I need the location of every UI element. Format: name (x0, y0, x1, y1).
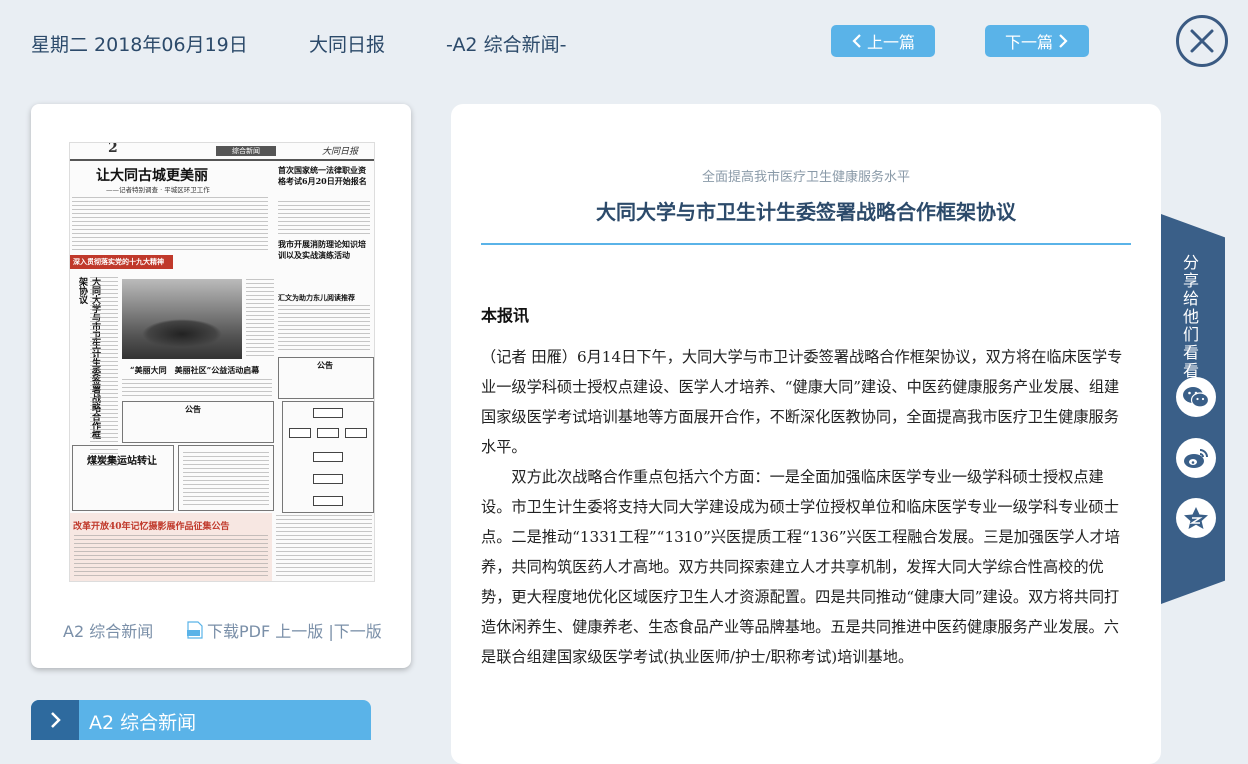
thumbnail-right-headline-3: 汇文为助力东儿阅读推荐 (278, 293, 355, 302)
thumbnail-masthead: 大同日报 (321, 147, 358, 157)
share-weibo-button[interactable] (1176, 438, 1216, 478)
chevron-right-icon (31, 700, 79, 740)
close-icon (1190, 29, 1214, 53)
share-wechat-button[interactable] (1176, 377, 1216, 417)
thumbnail-text-block (183, 452, 269, 506)
thumbnail-ad-box: 煤炭集运站转让 (72, 445, 174, 511)
thumbnail-red-ad-title: 改革开放40年记忆摄影展作品征集公告 (73, 522, 230, 532)
thumbnail-ad-title: 煤炭集运站转让 (87, 456, 157, 467)
section-nav-bar[interactable]: A2 综合新闻 (31, 700, 371, 740)
share-panel: 分享给他们看看 (1161, 214, 1225, 604)
thumbnail-headline: 让大同古城更美丽 (96, 168, 208, 184)
thumbnail-notice-box: 公告 (278, 357, 374, 399)
thumbnail-text-block (72, 197, 268, 253)
thumbnail-right-headline-2: 我市开展消防理论知识培训以及实战演练活动 (278, 239, 366, 260)
next-article-button[interactable]: 下一篇 (985, 25, 1089, 57)
thumbnail-notice-box: 公告 (122, 401, 274, 443)
thumbnail-photo (122, 279, 242, 359)
article-panel: 全面提高我市医疗卫生健康服务水平 大同大学与市卫生计生委签署战略合作框架协议 本… (451, 104, 1161, 764)
paper-name: 大同日报 (309, 34, 386, 56)
page-section-label: A2 综合新闻 (63, 622, 154, 641)
close-button[interactable] (1176, 15, 1228, 67)
thumbnail-text-block (90, 277, 118, 467)
section-nav-label: A2 综合新闻 (89, 712, 197, 734)
thumbnail-text-block (278, 305, 370, 353)
wechat-icon (1183, 387, 1210, 408)
share-label: 分享给他们看看 (1183, 253, 1200, 380)
article-paragraph: （记者 田雁）6月14日下午，大同大学与市卫计委签署战略合作框架协议，双方将在临… (481, 348, 1123, 456)
chevron-left-icon (852, 34, 861, 48)
thumbnail-text-block (74, 535, 268, 577)
favorite-star-icon (1184, 507, 1208, 529)
top-bar: 星期二 2018年06月19日 大同日报 -A2 综合新闻- 上一篇 下一篇 (0, 0, 1248, 88)
thumbnail-notice-title: 公告 (317, 360, 333, 370)
thumbnail-photo-caption: “美丽大同 美丽社区”公益活动启幕 (130, 365, 260, 375)
article-lead: 本报讯 (481, 306, 530, 325)
page-card-footer: A2 综合新闻 下载PDF 上一版 |下一版 (31, 614, 411, 644)
thumbnail-section-tag: 综合新闻 (216, 146, 276, 156)
article-body: （记者 田雁）6月14日下午，大同大学与市卫计委签署战略合作框架协议，双方将在临… (481, 342, 1133, 672)
thumbnail-red-ad: 改革开放40年记忆摄影展作品征集公告 (70, 513, 272, 581)
weibo-icon (1184, 449, 1208, 468)
article-title: 大同大学与市卫生计生委签署战略合作框架协议 (596, 200, 1016, 224)
section-name: -A2 综合新闻- (446, 34, 567, 56)
thumbnail-right-headline-1: 首次国家统一法律职业资格考试6月20日开始报名 (278, 165, 367, 186)
next-article-label: 下一篇 (1004, 33, 1053, 52)
issue-date: 星期二 2018年06月19日 (31, 34, 248, 56)
thumbnail-text-block (276, 515, 372, 577)
thumbnail-flow-diagram (282, 401, 374, 513)
pdf-icon (187, 621, 203, 639)
thumbnail-text-block (122, 379, 272, 399)
prev-article-button[interactable]: 上一篇 (831, 25, 935, 57)
page-thumbnail[interactable]: 2 综合新闻 大同日报 让大同古城更美丽 ——记者特别调查 · 平城区环卫工作 … (69, 142, 375, 582)
thumbnail-banner: 深入贯彻落实党的十九大精神 (70, 255, 173, 269)
thumbnail-subheadline: ——记者特别调查 · 平城区环卫工作 (106, 186, 210, 194)
title-divider (481, 243, 1131, 245)
page-preview-card: 2 综合新闻 大同日报 让大同古城更美丽 ——记者特别调查 · 平城区环卫工作 … (31, 104, 411, 668)
chevron-right-icon (1059, 34, 1068, 48)
prev-article-label: 上一篇 (866, 33, 915, 52)
download-pdf-label: 下载PDF 上一版 |下一版 (207, 622, 382, 641)
thumbnail-notice-title: 公告 (185, 404, 201, 414)
thumbnail-notice-box (178, 445, 274, 511)
download-pdf-link[interactable]: 下载PDF 上一版 |下一版 (187, 618, 382, 642)
share-favorite-button[interactable] (1176, 498, 1216, 538)
thumbnail-text-block (278, 201, 370, 237)
thumbnail-text-block (246, 279, 274, 359)
thumbnail-header: 2 综合新闻 大同日报 (70, 143, 374, 161)
article-paragraph: 双方此次战略合作重点包括六个方面：一是全面加强临床医学专业一级学科硕士授权点建设… (481, 468, 1120, 666)
thumbnail-page-number: 2 (108, 142, 118, 156)
article-kicker: 全面提高我市医疗卫生健康服务水平 (701, 170, 910, 185)
